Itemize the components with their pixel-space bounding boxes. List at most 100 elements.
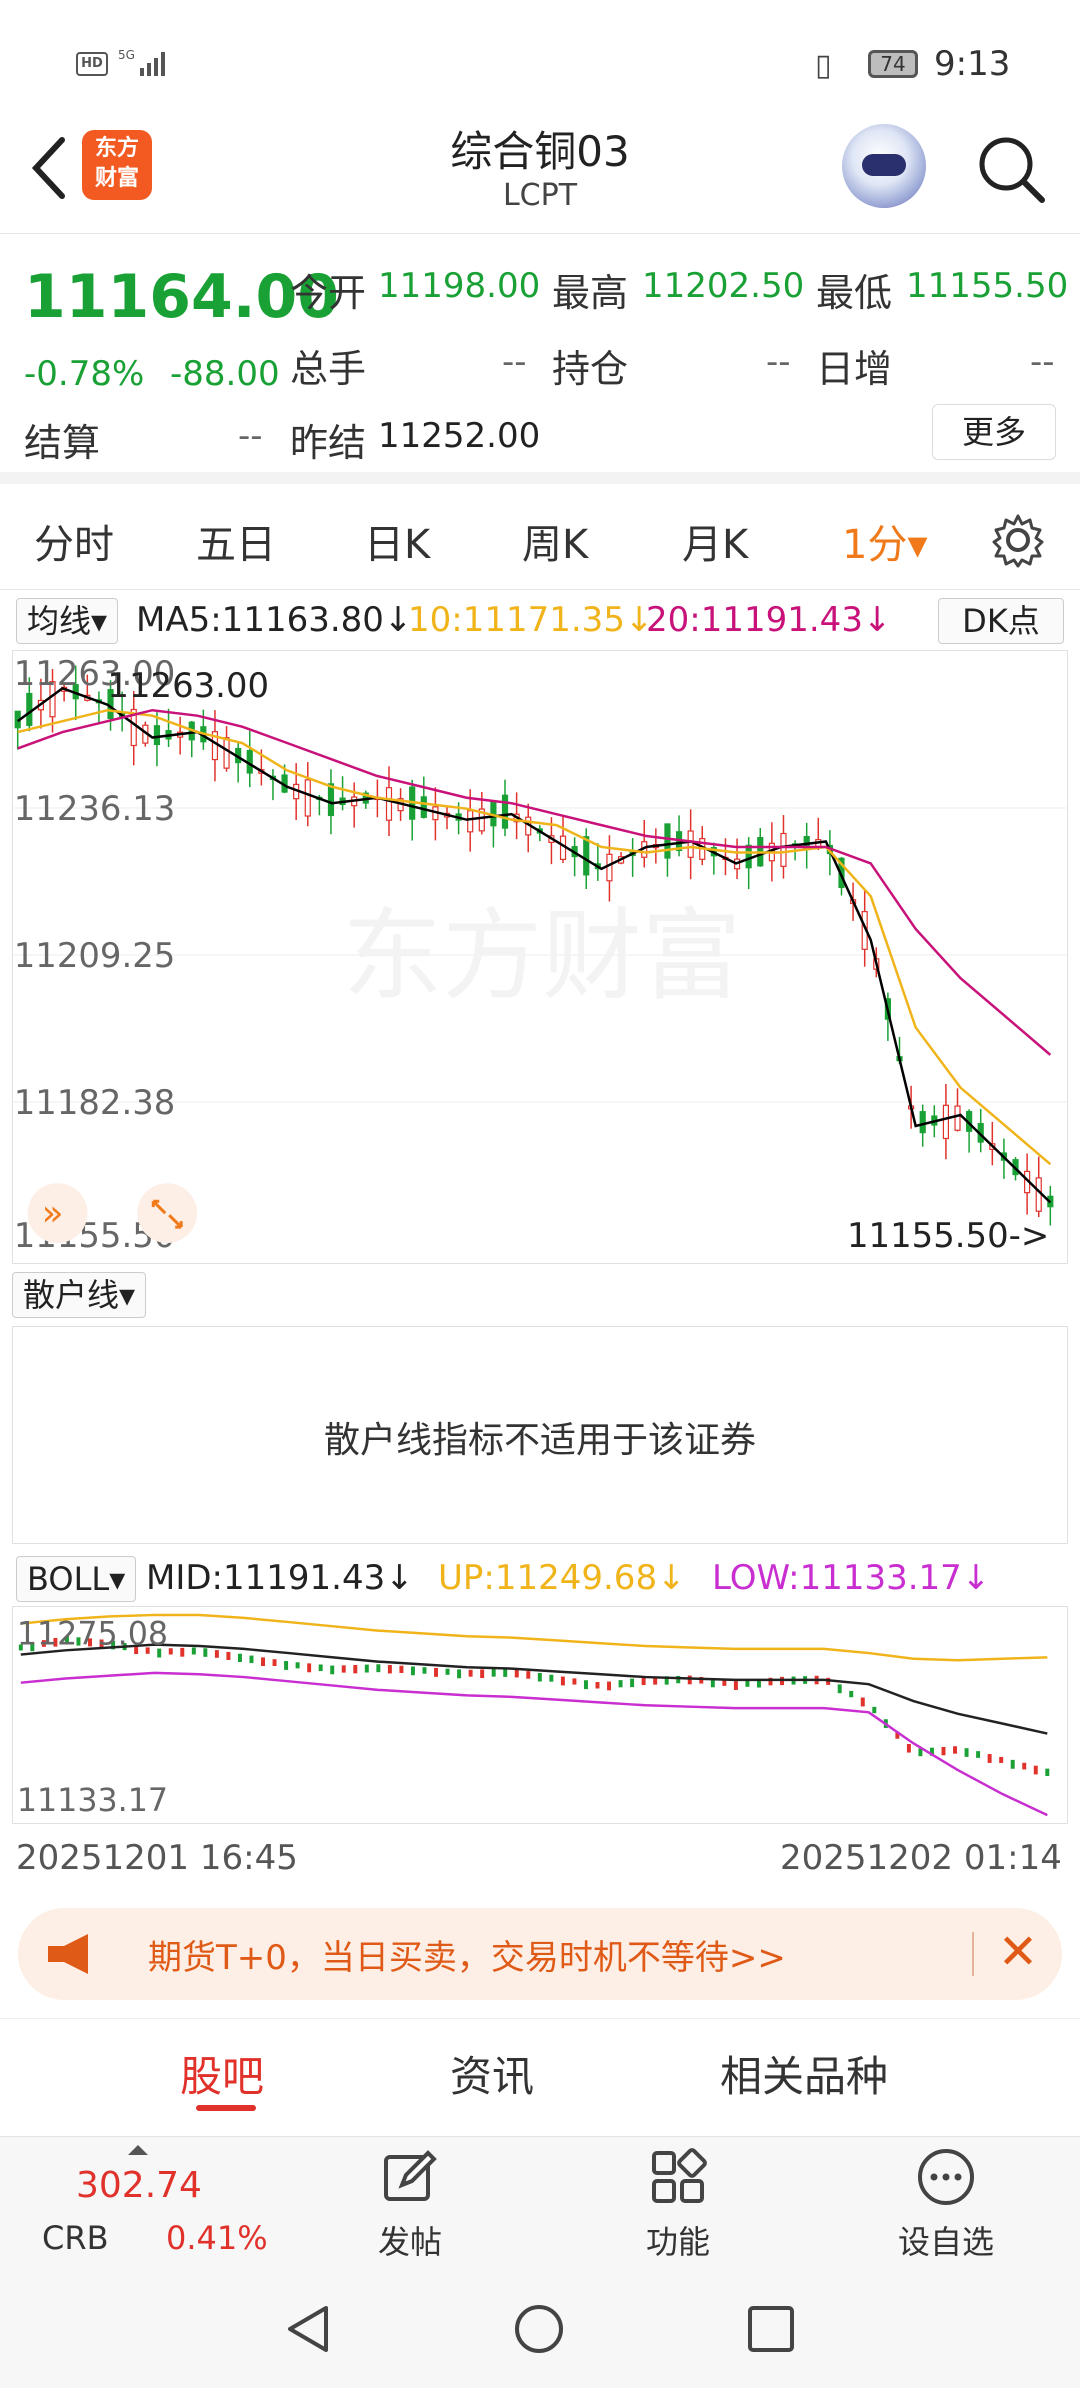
crb-value: 302.74 — [76, 2165, 202, 2206]
candle-body — [942, 1104, 949, 1140]
crb-percent: 0.41% — [166, 2219, 268, 2257]
ma20-value: 20:11191.43↓ — [646, 600, 892, 640]
boll-candle — [1022, 1762, 1027, 1770]
logo-line2: 财富 — [94, 166, 139, 191]
change-percent: -0.78% — [24, 354, 145, 394]
gear-icon[interactable] — [990, 512, 1046, 568]
robot-visor — [862, 154, 906, 176]
brand-logo[interactable]: 东方 财富 — [82, 130, 152, 200]
boll-candle — [999, 1756, 1004, 1763]
candle-body — [745, 844, 752, 869]
boll-candle — [549, 1674, 554, 1682]
promo-text: 期货T+0，当日买卖，交易时机不等待>> — [148, 1938, 786, 1978]
battery-icon: 74 — [868, 50, 918, 78]
post-button[interactable]: 发帖 — [340, 2147, 480, 2263]
search-icon[interactable] — [974, 132, 1046, 204]
tab-weekly-k[interactable]: 周K — [522, 512, 588, 570]
time-start: 20251201 16:45 — [16, 1838, 298, 1878]
boll-candle — [203, 1648, 208, 1657]
boll-candle — [1045, 1768, 1050, 1776]
ma-legend: 均线▾ MA5:11163.80↓ 10:11171.35↓ 20:11191.… — [0, 594, 1080, 648]
boll-candle — [503, 1668, 508, 1677]
daily-inc-label: 日增 — [816, 347, 893, 391]
boll-candle — [1033, 1765, 1038, 1775]
kline-chart[interactable]: 东方财富 11263.00 11236.13 11209.25 11182.38 111… — [12, 650, 1068, 1264]
time-end: 20251202 01:14 — [780, 1838, 1062, 1878]
high-label: 最高 — [552, 271, 629, 315]
boll-candle — [1010, 1759, 1015, 1769]
crb-label: CRB — [42, 2219, 109, 2257]
fullscreen-button — [137, 1183, 198, 1244]
boll-candle — [837, 1684, 842, 1694]
quote-panel: 11164.00 -0.78% -88.00 今开 11198.00 最高 11… — [0, 234, 1080, 484]
robot-assistant-icon[interactable] — [842, 124, 926, 208]
candle-body — [327, 783, 335, 817]
boll-candle — [906, 1744, 911, 1753]
boll-up-line — [20, 1613, 1048, 1662]
y-tick-label: 11182.38 — [14, 1083, 176, 1122]
boll-y-top: 11275.08 — [17, 1617, 168, 1653]
tab-monthly-k[interactable]: 月K — [682, 512, 748, 570]
boll-legend: BOLL▾ MID:11191.43↓ UP:11249.68↓ LOW:111… — [0, 1550, 1080, 1606]
candle-body — [304, 779, 311, 817]
boll-candle — [583, 1680, 588, 1690]
page-title: 综合铜03 — [450, 127, 630, 176]
boll-selector[interactable]: BOLL▾ — [16, 1556, 137, 1602]
tab-1min[interactable]: 1分▾ — [842, 512, 928, 570]
retail-line-selector[interactable]: 散户线▾ — [12, 1272, 147, 1318]
boll-candle — [284, 1661, 289, 1670]
post-label: 发帖 — [377, 2223, 442, 2261]
tab-daily-k[interactable]: 日K — [364, 512, 430, 570]
function-button[interactable]: 功能 — [608, 2147, 748, 2263]
watermark: 东方财富 — [343, 897, 742, 1014]
indicator-selector[interactable]: 均线▾ — [16, 598, 119, 644]
add-watchlist-button[interactable]: 设自选 — [876, 2147, 1016, 2263]
open-label: 今开 — [290, 271, 367, 315]
boll-candle — [364, 1664, 369, 1673]
candle-body — [501, 794, 509, 829]
status-bar: HD 5G ▯ 74 9:13 — [0, 0, 1080, 110]
candle-body — [153, 725, 161, 746]
nav-recents-icon[interactable] — [744, 2302, 798, 2356]
boll-candle — [987, 1754, 992, 1763]
edit-icon — [384, 2150, 437, 2201]
tab-forum[interactable]: 股吧 — [180, 2043, 264, 2104]
boll-candle — [318, 1664, 323, 1672]
daily-inc-value: -- — [1030, 342, 1055, 382]
boll-y-bottom: 11133.17 — [17, 1783, 168, 1819]
boll-candle — [733, 1681, 738, 1690]
period-tabs: 分时 五日 日K 周K 月K 1分▾ — [0, 496, 1080, 590]
clock: 9:13 — [934, 44, 1011, 84]
bottom-toolbar: 302.74 CRB 0.41% 发帖 功能 设自选 — [0, 2136, 1080, 2272]
boll-chart[interactable]: 11275.08 11133.17 — [12, 1606, 1068, 1824]
boll-candle — [480, 1669, 485, 1679]
boll-candle — [434, 1667, 439, 1677]
boll-candle — [860, 1697, 865, 1707]
expand-left-button: » — [27, 1183, 88, 1244]
candle-body — [385, 787, 393, 821]
boll-candle — [214, 1650, 219, 1658]
app-header: 东方 财富 综合铜03 LCPT — [0, 110, 1080, 234]
boll-candle — [410, 1666, 415, 1676]
close-icon[interactable]: ✕ — [988, 1922, 1048, 1982]
y-axis-labels: 11263.0011236.1311209.2511182.3811155.50 — [14, 654, 176, 1255]
boll-candle — [849, 1690, 854, 1698]
settle-label: 结算 — [24, 421, 101, 465]
boll-candle — [872, 1706, 877, 1714]
tab-five-day[interactable]: 五日 — [196, 512, 276, 570]
tab-intraday[interactable]: 分时 — [34, 512, 114, 570]
nav-home-icon[interactable] — [512, 2302, 566, 2356]
boll-candle — [572, 1678, 577, 1685]
nav-back-icon[interactable] — [280, 2302, 334, 2356]
more-button[interactable]: 更多 — [932, 404, 1056, 460]
back-icon[interactable] — [24, 128, 84, 208]
dk-point-button[interactable]: DK点 — [938, 598, 1064, 644]
boll-candle — [330, 1665, 335, 1675]
candle-body — [606, 853, 613, 882]
candle-body — [687, 830, 694, 858]
boll-candle — [641, 1677, 646, 1686]
boll-candle — [168, 1648, 173, 1655]
promo-banner[interactable]: 期货T+0，当日买卖，交易时机不等待>> ✕ — [18, 1908, 1062, 2000]
tab-news[interactable]: 资讯 — [450, 2043, 534, 2104]
tab-related[interactable]: 相关品种 — [720, 2043, 888, 2104]
